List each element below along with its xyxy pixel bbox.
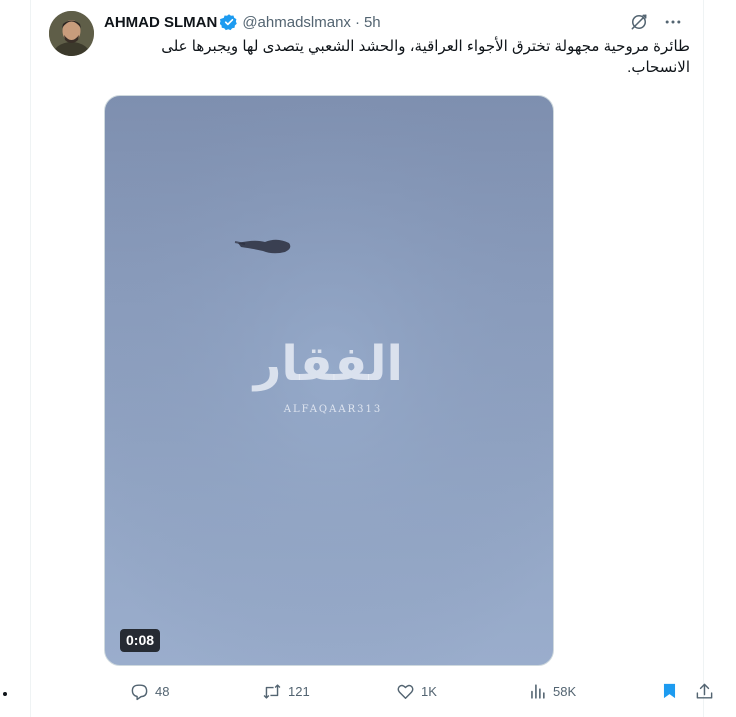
top-icons xyxy=(629,12,683,32)
watermark-arabic: الفقار xyxy=(253,336,403,392)
bookmark-icon xyxy=(660,681,679,701)
share-icon xyxy=(695,682,714,701)
author-handle[interactable]: @ahmadslmanx xyxy=(242,14,351,31)
reply-count: 48 xyxy=(155,683,170,699)
repost-count: 121 xyxy=(288,683,310,699)
video-player[interactable]: الفقار ALFAQAAR313 0:08 xyxy=(104,95,554,666)
like-button[interactable]: 1K xyxy=(396,681,437,701)
stray-dot xyxy=(3,692,7,696)
verified-badge-icon[interactable] xyxy=(219,13,238,31)
grok-icon[interactable] xyxy=(629,12,649,32)
views-button[interactable]: 58K xyxy=(528,681,576,701)
more-icon[interactable] xyxy=(663,12,683,32)
tweet-header: AHMAD SLMAN @ahmadslmanx · 5h xyxy=(104,12,381,32)
separator-dot: · xyxy=(354,13,360,31)
tweet-time[interactable]: 5h xyxy=(364,14,381,31)
tweet-actions: 48 121 1K 58K xyxy=(104,681,713,701)
share-button[interactable] xyxy=(695,681,714,701)
author-name[interactable]: AHMAD SLMAN xyxy=(104,14,217,31)
bookmark-button[interactable] xyxy=(660,681,679,701)
repost-icon xyxy=(262,682,282,701)
reply-button[interactable]: 48 xyxy=(130,681,169,701)
video-duration: 0:08 xyxy=(120,629,161,652)
tweet-text: طائرة مروحية مجهولة تخترق الأجواء العراق… xyxy=(161,38,690,76)
views-count: 58K xyxy=(553,683,577,699)
avatar[interactable] xyxy=(49,11,94,56)
repost-button[interactable]: 121 xyxy=(262,681,310,701)
reply-icon xyxy=(130,682,149,701)
views-icon xyxy=(528,682,547,701)
watermark-latin: ALFAQAAR313 xyxy=(283,404,383,415)
tweet-card[interactable]: AHMAD SLMAN @ahmadslmanx · 5h طائرة مروح… xyxy=(30,0,713,717)
like-count: 1K xyxy=(421,683,437,699)
like-icon xyxy=(396,682,415,701)
